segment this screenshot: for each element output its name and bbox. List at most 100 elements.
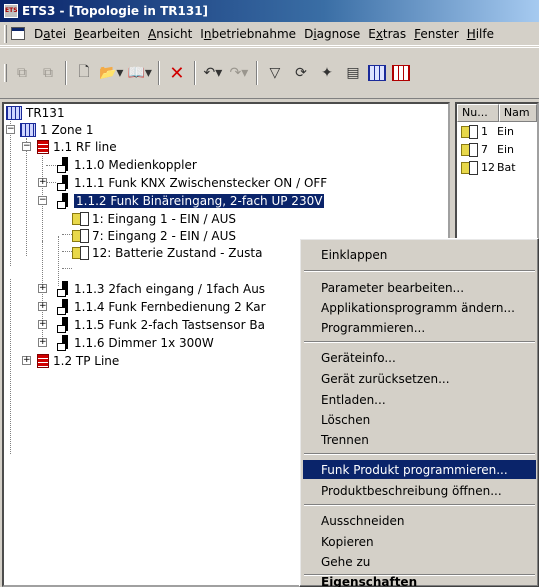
tree-node-group-object[interactable]: 7: Eingang 2 - EIN / AUS <box>72 227 236 244</box>
menu-fenster[interactable]: Fenster <box>410 25 463 43</box>
context-menu: Einklappen Parameter bearbeiten... Appli… <box>299 238 539 587</box>
group-object-icon <box>72 246 89 260</box>
menu-item-ausschneiden[interactable]: Ausschneiden <box>303 511 536 530</box>
copy-disabled-icon[interactable]: ⧉ <box>11 61 33 85</box>
tree-line <box>62 234 72 235</box>
device-icon <box>56 298 70 315</box>
device-icon <box>56 316 70 333</box>
expand-icon[interactable]: + <box>38 302 47 311</box>
toolbar-separator <box>65 61 67 85</box>
tree-label: 1.1.6 Dimmer 1x 300W <box>74 335 214 350</box>
list-item-number: 7 <box>481 142 488 156</box>
tree-node-device[interactable]: 1.1.5 Funk 2-fach Tastsensor Ba <box>56 316 265 333</box>
list-item[interactable]: 1 Ein <box>457 122 537 140</box>
menu-item-produktbeschreibung-oeffnen[interactable]: Produktbeschreibung öffnen... <box>303 481 536 500</box>
tree-node-device[interactable]: 1.1.0 Medienkoppler <box>56 156 197 173</box>
delete-icon[interactable]: ✕ <box>166 61 188 85</box>
tree-label: 1.1.5 Funk 2-fach Tastsensor Ba <box>74 317 265 332</box>
open-icon[interactable]: 📂▾ <box>99 61 123 85</box>
tree-node-group-object[interactable]: 12: Batterie Zustand - Zusta <box>72 244 262 261</box>
expand-icon[interactable]: + <box>38 178 47 187</box>
list-item[interactable]: 12 Bat <box>457 158 537 176</box>
menu-item-geraet-zuruecksetzen[interactable]: Gerät zurücksetzen... <box>303 369 536 388</box>
menu-inbetriebnahme[interactable]: Inbetriebnahme <box>196 25 300 43</box>
tree-node-device[interactable]: 1.1.6 Dimmer 1x 300W <box>56 334 214 351</box>
menu-separator <box>304 453 535 455</box>
menu-datei[interactable]: Datei <box>30 25 70 43</box>
menu-item-geraeteinfo[interactable]: Geräteinfo... <box>303 348 536 367</box>
device-icon <box>56 334 70 351</box>
expand-icon[interactable]: + <box>22 356 31 365</box>
tree-line <box>62 251 72 252</box>
menubar-grip[interactable] <box>4 24 7 43</box>
expand-icon[interactable]: + <box>38 284 47 293</box>
tree-line <box>10 121 11 266</box>
building-icon[interactable] <box>391 65 410 81</box>
menu-item-einklappen[interactable]: Einklappen <box>303 245 536 264</box>
mdi-window-icon[interactable] <box>11 27 25 40</box>
group-object-icon <box>461 142 478 157</box>
area-icon <box>20 122 36 137</box>
redo-icon[interactable]: ↷▾ <box>228 61 250 85</box>
collapse-icon[interactable]: − <box>22 142 31 151</box>
window-title: ETS3 - [Topologie in TR131] <box>22 4 209 18</box>
catalog-icon[interactable]: ▤ <box>342 61 364 85</box>
tree-label: 1.1.4 Funk Fernbedienung 2 Kar <box>74 299 266 314</box>
group-object-icon <box>72 229 89 243</box>
menu-item-trennen[interactable]: Trennen <box>303 430 536 449</box>
device-icon <box>56 280 70 297</box>
tree-node-device[interactable]: 1.1.1 Funk KNX Zwischenstecker ON / OFF <box>56 174 327 191</box>
menu-item-loeschen[interactable]: Löschen <box>303 410 536 429</box>
menu-item-kopieren[interactable]: Kopieren <box>303 532 536 551</box>
list-header: Nu... Nam <box>457 104 537 122</box>
tree-node-group-object[interactable]: 1: Eingang 1 - EIN / AUS <box>72 210 236 227</box>
find-icon[interactable]: ✦ <box>316 61 338 85</box>
tree-node-device[interactable]: 1.1.3 2fach eingang / 1fach Aus <box>56 280 265 297</box>
menu-ansicht[interactable]: Ansicht <box>144 25 196 43</box>
toolbar: ⧉ ⧉ 🗋 📂▾ 📖▾ ✕ ↶▾ ↷▾ ▽ ⟳ ✦ ▤ <box>0 47 539 99</box>
menu-item-programmieren[interactable]: Programmieren... <box>303 318 536 337</box>
toolbar-separator <box>255 61 258 85</box>
menu-item-parameter-bearbeiten[interactable]: Parameter bearbeiten... <box>303 278 536 297</box>
library-icon[interactable]: 📖▾ <box>127 61 151 85</box>
tree-node-rf-line[interactable]: 1.1 RF line <box>37 138 117 155</box>
paste-disabled-icon[interactable]: ⧉ <box>37 61 59 85</box>
expand-icon[interactable]: + <box>38 320 47 329</box>
menu-extras[interactable]: Extras <box>364 25 410 43</box>
tree-node-device-selected[interactable]: 1.1.2 Funk Binäreingang, 2-fach UP 230V <box>56 192 325 209</box>
tree-label: 1.1 RF line <box>53 139 117 154</box>
refresh-icon[interactable]: ⟳ <box>290 61 312 85</box>
column-header-number[interactable]: Nu... <box>457 104 499 122</box>
ets-app-icon: ETS <box>4 4 18 18</box>
tree-label: 1.2 TP Line <box>53 353 120 368</box>
menu-item-gehe-zu[interactable]: Gehe zu <box>303 552 536 571</box>
title-bar[interactable]: ETS ETS3 - [Topologie in TR131] <box>0 0 539 22</box>
column-header-name[interactable]: Nam <box>498 104 537 122</box>
topology-icon[interactable] <box>367 65 386 81</box>
menu-item-funk-produkt-programmieren[interactable]: Funk Produkt programmieren... <box>303 460 536 479</box>
menu-bar: Datei Bearbeiten Ansicht Inbetriebnahme … <box>0 22 539 46</box>
menu-item-eigenschaften[interactable]: Eigenschaften <box>303 575 536 587</box>
collapse-icon[interactable]: − <box>6 125 15 134</box>
list-item[interactable]: 7 Ein <box>457 140 537 158</box>
menu-separator <box>304 341 535 343</box>
new-icon[interactable]: 🗋 <box>73 61 95 85</box>
menu-hilfe[interactable]: Hilfe <box>463 25 498 43</box>
menu-bearbeiten[interactable]: Bearbeiten <box>70 25 144 43</box>
tree-label: 1.1.3 2fach eingang / 1fach Aus <box>74 281 266 296</box>
tree-label: 1: Eingang 1 - EIN / AUS <box>92 211 236 226</box>
tree-root[interactable]: TR131 <box>6 104 65 121</box>
tree-node-device[interactable]: 1.1.4 Funk Fernbedienung 2 Kar <box>56 298 266 315</box>
filter-icon[interactable]: ▽ <box>264 61 286 85</box>
toolbar-grip[interactable] <box>4 64 7 82</box>
undo-icon[interactable]: ↶▾ <box>202 61 224 85</box>
menu-item-applikationsprogramm-aendern[interactable]: Applikationsprogramm ändern... <box>303 298 536 317</box>
tree-node-tp-line[interactable]: 1.2 TP Line <box>37 352 119 369</box>
menu-diagnose[interactable]: Diagnose <box>300 25 364 43</box>
menu-item-entladen[interactable]: Entladen... <box>303 390 536 409</box>
expand-icon[interactable]: + <box>38 338 47 347</box>
collapse-icon[interactable]: − <box>38 196 47 205</box>
tree-line <box>46 182 56 183</box>
menu-separator <box>304 270 535 272</box>
tree-node-zone-1[interactable]: 1 Zone 1 <box>20 121 93 138</box>
